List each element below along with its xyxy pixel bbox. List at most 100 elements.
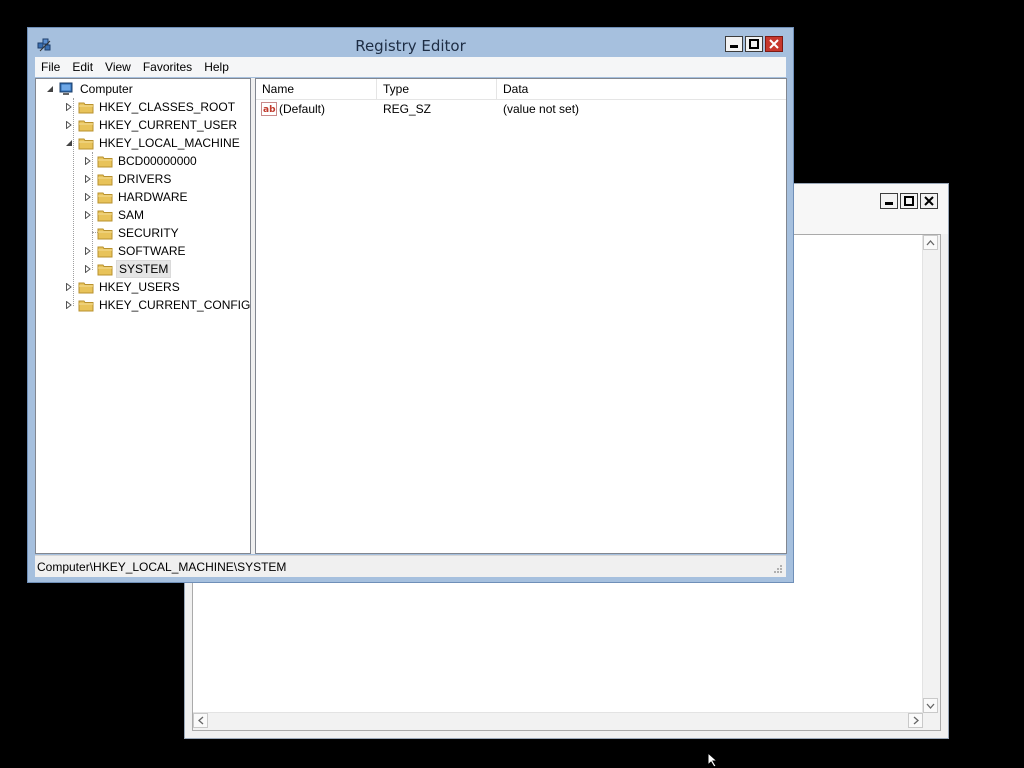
- chevron-up-icon: [926, 239, 935, 245]
- string-value-icon: ab: [261, 102, 277, 116]
- tree-node[interactable]: HKEY_CURRENT_CONFIG: [64, 296, 251, 314]
- menu-bar: File Edit View Favorites Help: [35, 57, 786, 77]
- background-window-controls: [880, 193, 938, 209]
- close-button[interactable]: [765, 36, 783, 52]
- folder-icon: [78, 138, 94, 150]
- chevron-down-icon: [926, 703, 935, 709]
- tree-node[interactable]: HKEY_USERS: [64, 278, 182, 296]
- close-icon: [924, 196, 934, 206]
- minimize-button[interactable]: [880, 193, 898, 209]
- scroll-right-button[interactable]: [908, 713, 923, 728]
- folder-icon: [78, 282, 94, 294]
- client-area: Computer HKEY_CLASSES_ROOT HKEY_CURRENT_US…: [35, 78, 787, 554]
- folder-icon: [78, 300, 94, 312]
- value-data: (value not set): [503, 102, 580, 116]
- collapsed-arrow-icon[interactable]: [64, 296, 74, 314]
- registry-tree[interactable]: Computer HKEY_CLASSES_ROOT HKEY_CURRENT_US…: [35, 78, 251, 554]
- resize-grip-icon[interactable]: [773, 564, 783, 574]
- svg-text:ab: ab: [263, 105, 276, 115]
- title-bar[interactable]: Registry Editor: [28, 28, 793, 58]
- tree-node[interactable]: SYSTEM: [83, 260, 172, 278]
- collapsed-arrow-icon[interactable]: [83, 188, 93, 206]
- horizontal-scrollbar[interactable]: [193, 712, 923, 730]
- maximize-icon: [749, 39, 759, 49]
- folder-icon: [97, 156, 113, 168]
- collapsed-arrow-icon[interactable]: [64, 278, 74, 296]
- value-name-cell: ab (Default): [256, 102, 377, 116]
- folder-icon: [97, 228, 113, 240]
- folder-icon: [97, 192, 113, 204]
- maximize-icon: [904, 196, 914, 206]
- list-item[interactable]: ab (Default) REG_SZ (value not set): [256, 99, 786, 119]
- tree-node-label: SECURITY: [118, 226, 179, 240]
- chevron-left-icon: [197, 716, 203, 725]
- tree-node[interactable]: SOFTWARE: [83, 242, 188, 260]
- scroll-up-button[interactable]: [923, 235, 938, 250]
- tree-node[interactable]: HKEY_CURRENT_USER: [64, 116, 239, 134]
- tree-node-label: DRIVERS: [118, 172, 172, 186]
- minimize-icon: [730, 45, 738, 48]
- list-header: Name Type Data: [256, 79, 786, 100]
- registry-editor-window[interactable]: Registry Editor File Edit View Favorites…: [27, 27, 794, 583]
- tree-node-label: SOFTWARE: [118, 244, 186, 258]
- column-header-type[interactable]: Type: [377, 79, 497, 99]
- folder-icon: [97, 246, 113, 258]
- collapsed-arrow-icon[interactable]: [83, 206, 93, 224]
- folder-icon: [78, 102, 94, 114]
- tree-node[interactable]: HARDWARE: [83, 188, 190, 206]
- scroll-left-button[interactable]: [193, 713, 208, 728]
- menu-help[interactable]: Help: [198, 57, 235, 77]
- column-header-data[interactable]: Data: [497, 79, 784, 99]
- close-button[interactable]: [920, 193, 938, 209]
- maximize-button[interactable]: [900, 193, 918, 209]
- value-name: (Default): [279, 102, 326, 116]
- close-icon: [769, 39, 779, 49]
- scroll-down-button[interactable]: [923, 698, 938, 713]
- computer-icon: [59, 82, 73, 95]
- tree-node[interactable]: HKEY_CLASSES_ROOT: [64, 98, 237, 116]
- status-bar: Computer\HKEY_LOCAL_MACHINE\SYSTEM: [35, 555, 786, 577]
- tree-node[interactable]: SAM: [83, 206, 146, 224]
- window-controls: [725, 36, 783, 52]
- collapsed-arrow-icon[interactable]: [83, 170, 93, 188]
- tree-node[interactable]: HKEY_LOCAL_MACHINE: [64, 134, 242, 152]
- tree-node[interactable]: Computer: [45, 80, 135, 98]
- vertical-scrollbar[interactable]: [922, 235, 940, 713]
- menu-edit[interactable]: Edit: [66, 57, 99, 77]
- expanded-arrow-icon[interactable]: [45, 80, 55, 98]
- tree-node-label: HKEY_CURRENT_USER: [99, 118, 238, 132]
- collapsed-arrow-icon[interactable]: [83, 260, 93, 278]
- collapsed-arrow-icon[interactable]: [64, 116, 74, 134]
- scroll-corner: [923, 713, 940, 730]
- collapsed-arrow-icon[interactable]: [83, 242, 93, 260]
- tree-node[interactable]: BCD00000000: [83, 152, 199, 170]
- folder-icon: [78, 120, 94, 132]
- minimize-button[interactable]: [725, 36, 743, 52]
- tree-node[interactable]: SECURITY: [83, 224, 181, 242]
- tree-node-label: HKEY_LOCAL_MACHINE: [99, 136, 240, 150]
- values-list[interactable]: Name Type Data ab (Default) REG_SZ (valu…: [255, 78, 787, 554]
- status-path: Computer\HKEY_LOCAL_MACHINE\SYSTEM: [37, 560, 287, 574]
- mouse-cursor-icon: [707, 752, 719, 768]
- folder-icon: [97, 210, 113, 222]
- tree-node[interactable]: DRIVERS: [83, 170, 173, 188]
- chevron-right-icon: [913, 716, 919, 725]
- tree-node-label: HKEY_USERS: [99, 280, 180, 294]
- folder-icon: [97, 174, 113, 186]
- tree-node-label: SAM: [118, 208, 145, 222]
- tree-node-label: HARDWARE: [118, 190, 188, 204]
- tree-node-label: SYSTEM: [116, 260, 172, 278]
- collapsed-arrow-icon[interactable]: [64, 98, 74, 116]
- menu-file[interactable]: File: [35, 57, 66, 77]
- tree-node-label: Computer: [80, 82, 133, 96]
- column-header-name[interactable]: Name: [256, 79, 377, 99]
- expanded-arrow-icon[interactable]: [64, 134, 74, 152]
- menu-favorites[interactable]: Favorites: [137, 57, 198, 77]
- collapsed-arrow-icon[interactable]: [83, 152, 93, 170]
- menu-view[interactable]: View: [99, 57, 137, 77]
- tree-node-label: HKEY_CURRENT_CONFIG: [99, 298, 251, 312]
- folder-icon: [97, 264, 113, 276]
- maximize-button[interactable]: [745, 36, 763, 52]
- window-title: Registry Editor: [355, 37, 466, 55]
